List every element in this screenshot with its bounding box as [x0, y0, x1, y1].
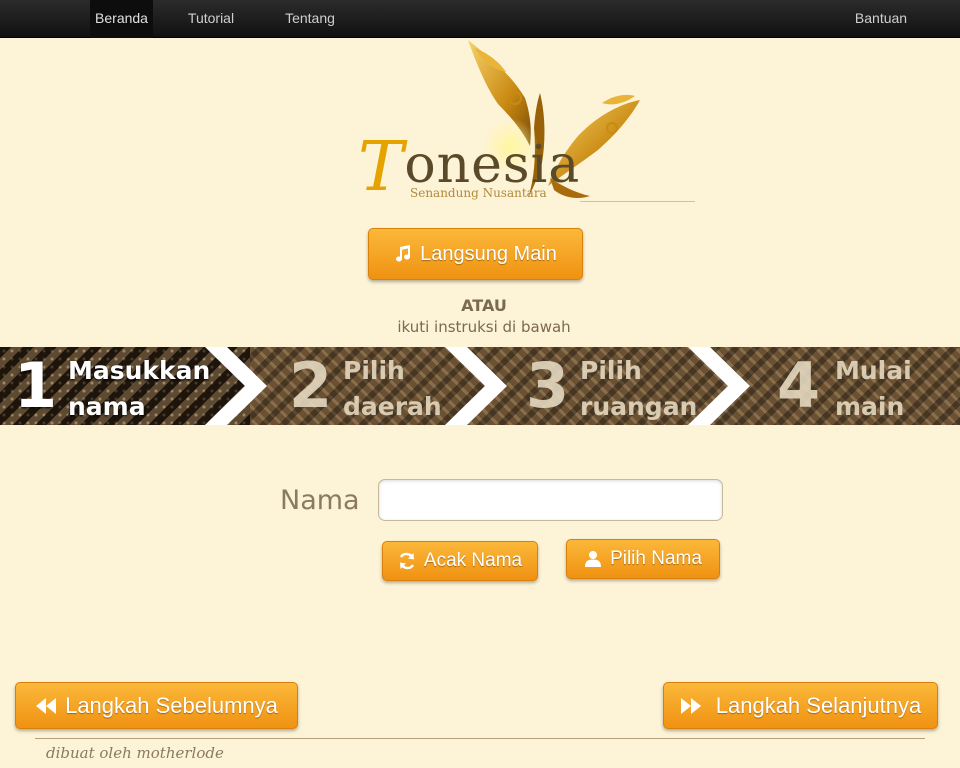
- footer-credit: dibuat oleh motherlode: [46, 744, 224, 762]
- name-label: Nama: [280, 485, 360, 516]
- app-logo: Tonesia Senandung Nusantara: [350, 38, 700, 208]
- nav-tutorial[interactable]: Tutorial: [180, 0, 242, 38]
- random-name-label: Acak Nama: [423, 550, 523, 571]
- step-label: Mulai main: [835, 356, 912, 421]
- step-choose-room: 3 Pilih ruangan: [522, 347, 697, 425]
- play-now-label: Langsung Main: [420, 242, 557, 265]
- choose-name-label: Pilih Nama: [610, 548, 702, 569]
- step-number: 4: [777, 349, 821, 422]
- nav-beranda[interactable]: Beranda: [90, 0, 153, 38]
- previous-step-label: Langkah Sebelumnya: [65, 692, 278, 718]
- nav-bantuan[interactable]: Bantuan: [848, 0, 914, 38]
- chevron-right-icon: [445, 347, 507, 425]
- chevron-right-icon: [205, 347, 267, 425]
- step-number: 1: [14, 349, 58, 422]
- step-label: Pilih ruangan: [580, 356, 698, 421]
- step-enter-name: 1 Masukkan nama: [0, 347, 210, 425]
- user-icon: [585, 551, 602, 567]
- logo-title-initial: T: [358, 128, 405, 207]
- choose-name-button[interactable]: Pilih Nama: [566, 539, 720, 579]
- top-navbar: Beranda Tutorial Tentang Bantuan: [0, 0, 960, 38]
- step-label: Masukkan nama: [68, 356, 211, 421]
- music-note-icon: [396, 245, 411, 262]
- step-number: 2: [289, 349, 333, 422]
- play-now-button[interactable]: Langsung Main: [368, 228, 583, 280]
- previous-step-button[interactable]: Langkah Sebelumnya: [15, 682, 298, 729]
- step-choose-region: 2 Pilih daerah: [285, 347, 445, 425]
- chevron-right-icon: [688, 347, 750, 425]
- random-name-button[interactable]: Acak Nama: [382, 541, 538, 581]
- logo-underline: [580, 201, 695, 202]
- next-step-button[interactable]: Langkah Selanjutnya: [663, 682, 938, 729]
- next-step-label: Langkah Selanjutnya: [715, 692, 922, 718]
- footer-divider: [35, 738, 925, 739]
- step-start-game: 4 Mulai main: [775, 347, 955, 425]
- step-label: Pilih daerah: [343, 356, 442, 421]
- instruction-text: ikuti instruksi di bawah: [397, 318, 571, 336]
- nav-tentang[interactable]: Tentang: [276, 0, 344, 38]
- name-input[interactable]: [378, 479, 723, 521]
- or-heading: ATAU: [461, 296, 507, 315]
- fast-backward-icon: [36, 697, 57, 714]
- fast-forward-icon: [680, 697, 701, 714]
- step-number: 3: [526, 349, 570, 422]
- steps-banner: 1 Masukkan nama 2 Pilih daerah 3 Pilih r…: [0, 347, 960, 425]
- refresh-icon: [399, 552, 414, 570]
- logo-subtitle: Senandung Nusantara: [410, 186, 547, 200]
